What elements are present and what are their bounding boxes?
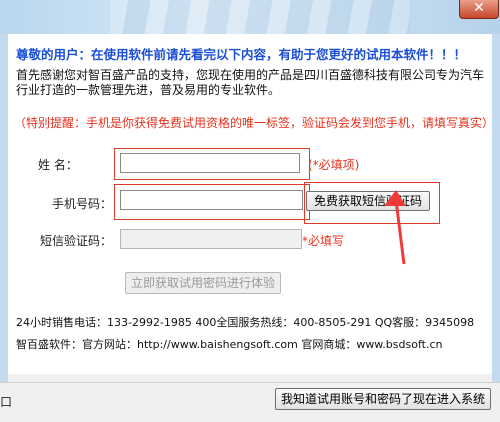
name-label: 姓 名： [38,158,78,172]
website-line: 智百盛软件：官方网站：http://www.baishengsoft.com 官… [16,338,443,351]
sms-code-required-note: *必填写 [302,234,345,248]
window-frame-left [0,34,8,382]
sms-code-field[interactable] [120,229,302,249]
sms-code-label: 短信验证码： [40,234,113,248]
phone-input[interactable] [121,191,302,209]
name-field[interactable] [120,153,300,173]
content-panel: 尊敬的用户：在使用软件前请先看完以下内容，有助于您更好的试用本软件！！！ 首先感… [8,34,495,374]
phone-label: 手机号码： [52,197,113,211]
notice-warning: （特别提醒：手机是你获得免费试用资格的唯一标签，验证码会发到您手机，请填写真实） [14,116,495,130]
window-frame-right [492,34,500,382]
close-button[interactable]: ✕ [459,0,499,19]
pointer-arrow-icon [384,190,406,265]
title-bar: ✕ [0,0,500,34]
enter-system-button[interactable]: 我知道试用账号和密码了现在进入系统 [275,388,491,410]
sales-contact-line: 24小时销售电话：133-2992-1985 400全国服务热线：400-850… [16,316,475,329]
name-required-note: (*必填项) [308,158,360,172]
notice-intro: 首先感谢您对智百盛产品的支持，您现在使用的产品是四川百盛德科技有限公司专为汽车行… [16,68,485,97]
status-bar: 口 我知道试用账号和密码了现在进入系统 [0,382,500,422]
get-trial-password-button[interactable]: 立即获取试用密码进行体验 [125,272,281,294]
close-icon: ✕ [473,0,485,16]
sms-code-input[interactable] [121,230,301,248]
status-left-text: 口 [0,395,13,409]
notice-heading: 尊敬的用户：在使用软件前请先看完以下内容，有助于您更好的试用本软件！！！ [16,47,467,62]
title-bar-decoration [110,0,410,34]
name-input[interactable] [121,154,299,172]
phone-field[interactable] [120,190,303,210]
